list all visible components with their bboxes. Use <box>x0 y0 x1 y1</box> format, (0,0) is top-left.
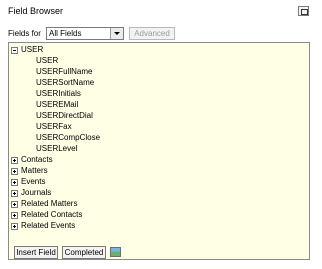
field-tree[interactable]: USER USER USERFullName USERSortName USER… <box>8 42 310 260</box>
expand-icon[interactable] <box>11 201 18 208</box>
tree-leaf-usercompclose[interactable]: USERCompClose <box>36 133 100 143</box>
tree-node-label: Contacts <box>21 155 53 164</box>
tree-node-label: USER <box>21 45 44 54</box>
image-icon[interactable] <box>110 247 121 257</box>
tree-leaf-userfax[interactable]: USERFax <box>36 122 72 132</box>
tree-leaf-user[interactable]: USER <box>36 56 58 66</box>
advanced-button[interactable]: Advanced <box>129 27 175 40</box>
tree-node-label: Related Contacts <box>21 210 83 219</box>
tree-leaf-useremail[interactable]: USEREMail <box>36 100 78 110</box>
tree-leaf-userlevel[interactable]: USERLevel <box>36 144 77 154</box>
restore-icon <box>301 9 308 15</box>
tree-leaf-userinitials[interactable]: USERInitials <box>36 89 81 99</box>
expand-icon[interactable] <box>11 168 18 175</box>
tree-node-label: Related Events <box>21 221 76 230</box>
tree-node-label: Events <box>21 177 46 186</box>
tree-leaf-usersortname[interactable]: USERSortName <box>36 78 94 88</box>
field-browser-title: Field Browser <box>8 6 64 16</box>
collapse-icon[interactable] <box>11 47 18 54</box>
tree-node-label: Matters <box>21 166 48 175</box>
tree-leaf-userfullname[interactable]: USERFullName <box>36 67 92 77</box>
chevron-down-icon <box>110 28 123 39</box>
completed-button[interactable]: Completed <box>62 246 106 259</box>
expand-icon[interactable] <box>11 157 18 164</box>
expand-icon[interactable] <box>11 190 18 197</box>
tree-node-label: Related Matters <box>21 199 78 208</box>
expand-icon[interactable] <box>11 212 18 219</box>
fields-for-selected-value: All Fields <box>49 29 82 38</box>
insert-field-button[interactable]: Insert Field <box>14 246 58 259</box>
expand-icon[interactable] <box>11 223 18 230</box>
tree-leaf-userdirectdial[interactable]: USERDirectDial <box>36 111 93 121</box>
fields-for-select[interactable]: All Fields <box>46 27 124 40</box>
close-button[interactable] <box>298 6 309 16</box>
fields-for-label: Fields for <box>8 29 41 38</box>
expand-icon[interactable] <box>11 179 18 186</box>
tree-node-label: Journals <box>21 188 52 197</box>
